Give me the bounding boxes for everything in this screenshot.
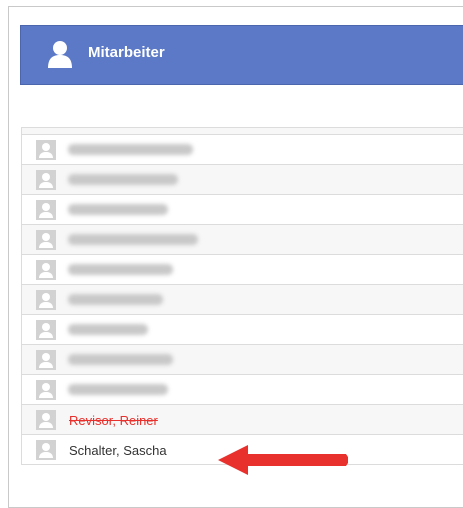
list-item[interactable] [21,315,463,345]
avatar-placeholder-icon [36,440,56,460]
avatar-placeholder-icon [36,140,56,160]
list-item[interactable] [21,255,463,285]
list-item[interactable] [21,285,463,315]
redacted-name [68,294,163,305]
redacted-name [68,204,168,215]
avatar-placeholder-icon [36,410,56,430]
employee-name: Revisor, Reiner [69,413,158,428]
employee-list: Revisor, Reiner Schalter, Sascha [21,127,463,465]
avatar-placeholder-icon [36,200,56,220]
panel-header: Mitarbeiter [20,25,463,85]
list-item[interactable] [21,165,463,195]
avatar-placeholder-icon [36,290,56,310]
employee-name: Schalter, Sascha [69,443,167,458]
panel-title: Mitarbeiter [88,44,165,61]
user-icon [48,41,72,68]
avatar-placeholder-icon [36,170,56,190]
list-item[interactable] [21,135,463,165]
redacted-name [68,324,148,335]
avatar-placeholder-icon [36,230,56,250]
avatar-placeholder-icon [36,350,56,370]
list-item-revisor[interactable]: Revisor, Reiner [21,405,463,435]
avatar-placeholder-icon [36,260,56,280]
avatar-placeholder-icon [36,380,56,400]
list-item[interactable] [21,128,463,135]
list-item[interactable] [21,345,463,375]
list-item[interactable] [21,195,463,225]
redacted-name [68,264,173,275]
list-item[interactable] [21,375,463,405]
avatar-placeholder-icon [36,320,56,340]
redacted-name [68,174,178,185]
redacted-name [68,234,198,245]
list-item[interactable] [21,225,463,255]
redacted-name [68,384,168,395]
redacted-name [68,144,193,155]
pointer-arrow-icon [218,445,348,475]
redacted-name [68,354,173,365]
